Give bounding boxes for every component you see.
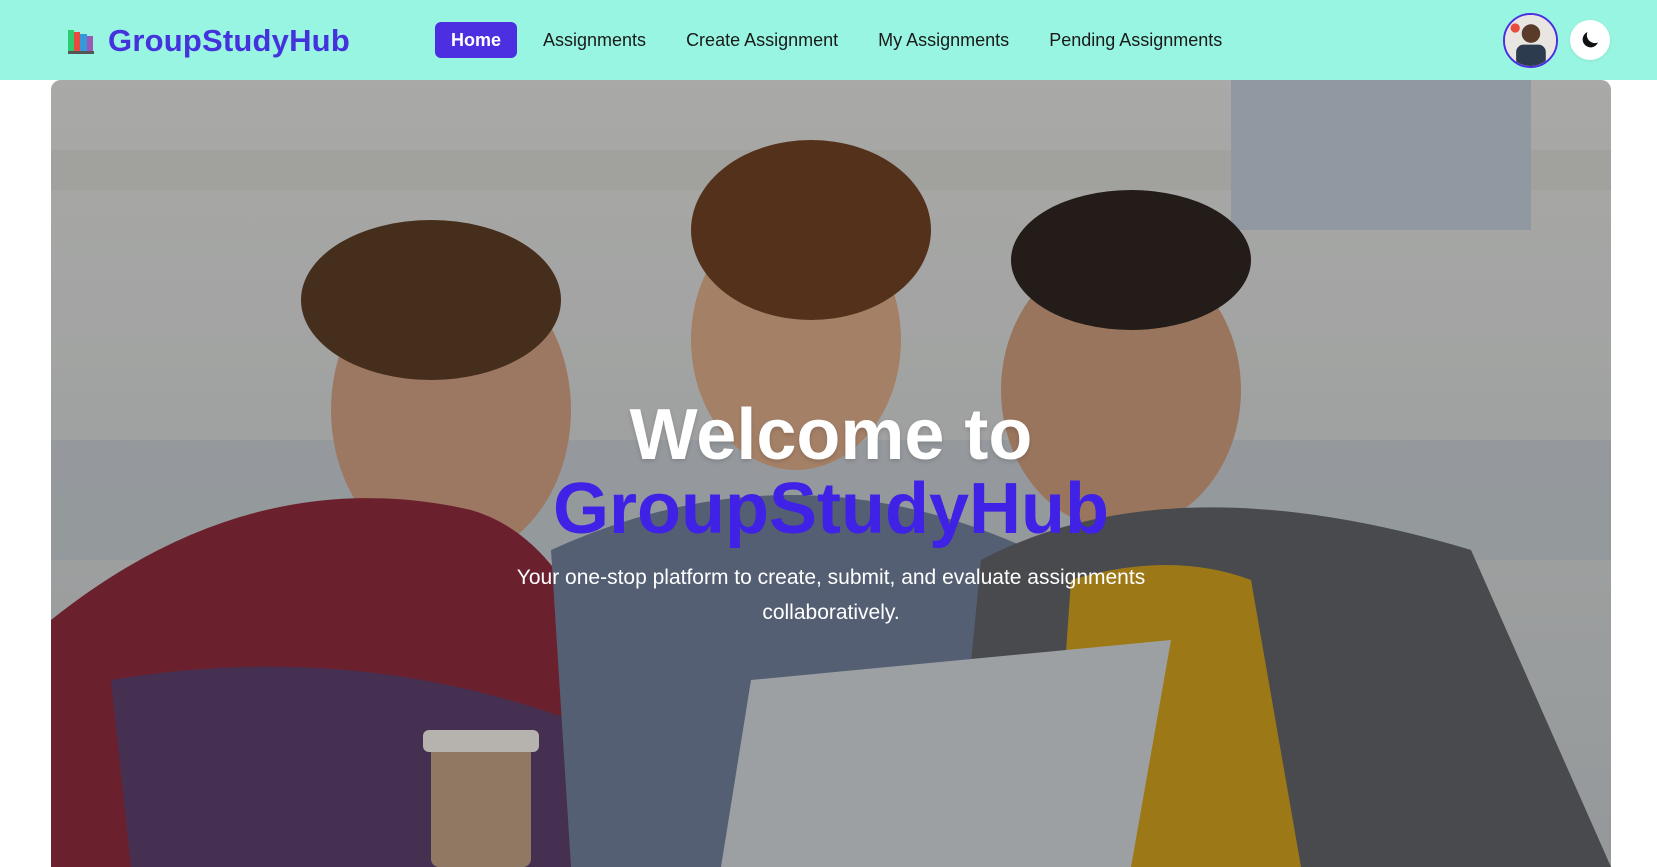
main-nav: Home Assignments Create Assignment My As… <box>435 22 1246 58</box>
moon-icon <box>1582 32 1598 48</box>
brand-name: GroupStudyHub <box>108 23 350 58</box>
brand[interactable]: GroupStudyHub <box>66 23 350 58</box>
hero-brand-name: GroupStudyHub <box>553 469 1109 549</box>
top-navbar: GroupStudyHub Home Assignments Create As… <box>0 0 1657 80</box>
nav-pending-assignments[interactable]: Pending Assignments <box>1033 22 1238 58</box>
nav-home[interactable]: Home <box>435 22 518 58</box>
hero-content: Welcome to GroupStudyHub Your one-stop p… <box>51 398 1611 630</box>
nav-create-assignment[interactable]: Create Assignment <box>670 22 854 58</box>
hero-subtitle: Your one-stop platform to create, submit… <box>516 566 1146 624</box>
theme-toggle-button[interactable] <box>1570 20 1610 60</box>
nav-my-assignments[interactable]: My Assignments <box>862 22 1025 58</box>
user-avatar[interactable] <box>1503 13 1558 68</box>
avatar-image <box>1505 15 1556 66</box>
hero-title: Welcome to <box>629 395 1033 475</box>
hero-banner: Welcome to GroupStudyHub Your one-stop p… <box>51 80 1611 867</box>
nav-assignments[interactable]: Assignments <box>527 22 662 58</box>
books-icon <box>68 30 94 54</box>
